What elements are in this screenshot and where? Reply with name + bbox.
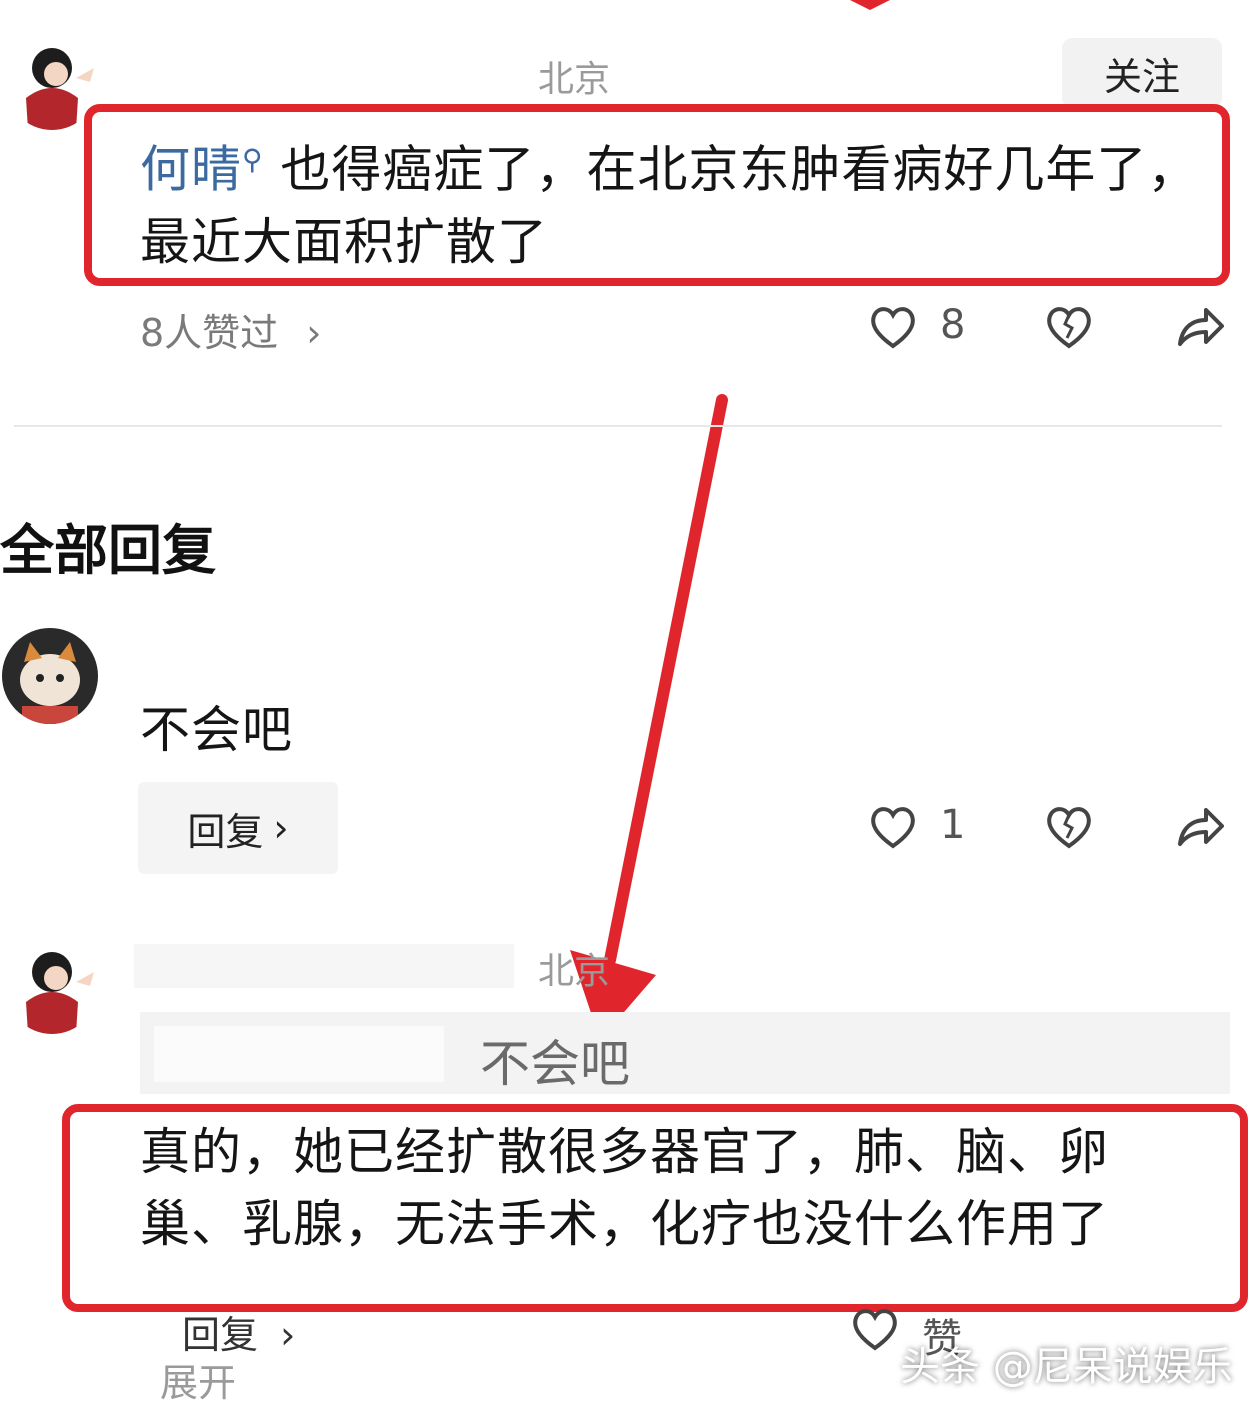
heart-icon[interactable] xyxy=(868,804,918,850)
chevron-right-icon: › xyxy=(280,1313,296,1357)
share-arrow-icon[interactable] xyxy=(1176,806,1226,848)
chevron-right-icon: › xyxy=(273,806,289,850)
reply-text: 不会吧 xyxy=(140,701,293,759)
chevron-right-icon: › xyxy=(306,311,322,355)
heart-icon[interactable] xyxy=(868,304,918,350)
comment-text: 何晴⚲ 也得癌症了，在北京东肿看病好几年了，最近大面积扩散了 xyxy=(140,124,1200,278)
heart-icon[interactable] xyxy=(850,1306,900,1352)
reply-text: 真的，她已经扩散很多器官了，肺、脑、卵巢、乳腺，无法手术，化疗也没什么作用了 xyxy=(140,1123,1109,1253)
comment-body: 也得癌症了，在北京东肿看病好几年了，最近大面积扩散了 xyxy=(140,140,1199,271)
broken-heart-icon[interactable] xyxy=(1044,304,1094,350)
expand-link[interactable]: 展开 xyxy=(160,1352,236,1407)
divider xyxy=(14,425,1222,427)
avatar[interactable] xyxy=(2,628,98,724)
likes-summary-label: 8人赞过 xyxy=(140,311,279,355)
mention-link[interactable]: 何晴 xyxy=(140,141,242,199)
like-count: 1 xyxy=(940,802,966,848)
section-title: 全部回复 xyxy=(0,519,216,582)
reply-label: 回复 xyxy=(182,1313,259,1357)
reply-button[interactable]: 回复 › xyxy=(182,1304,295,1359)
likes-summary-link[interactable]: 8人赞过 › xyxy=(140,302,321,357)
quoted-reply: 不会吧 xyxy=(140,1012,1230,1094)
comment-location: 北京 xyxy=(538,59,611,100)
follow-button[interactable]: 关注 xyxy=(1062,38,1222,108)
share-arrow-icon[interactable] xyxy=(1176,306,1226,348)
watermark: 头条 @尼呆说娱乐 xyxy=(900,1344,1233,1390)
avatar[interactable] xyxy=(6,942,98,1034)
comment-location: 北京 xyxy=(538,951,611,992)
quoted-username-redacted xyxy=(154,1026,444,1082)
quoted-text: 不会吧 xyxy=(480,1035,630,1093)
broken-heart-icon[interactable] xyxy=(1044,804,1094,850)
reply-button[interactable]: 回复 › xyxy=(138,782,338,874)
username-redacted xyxy=(134,944,514,988)
like-count: 8 xyxy=(940,302,966,348)
top-arrow-tip xyxy=(850,0,890,10)
search-icon: ⚲ xyxy=(242,143,264,176)
expand-label: 展开 xyxy=(160,1361,237,1405)
reply-label: 回复 xyxy=(187,809,264,854)
